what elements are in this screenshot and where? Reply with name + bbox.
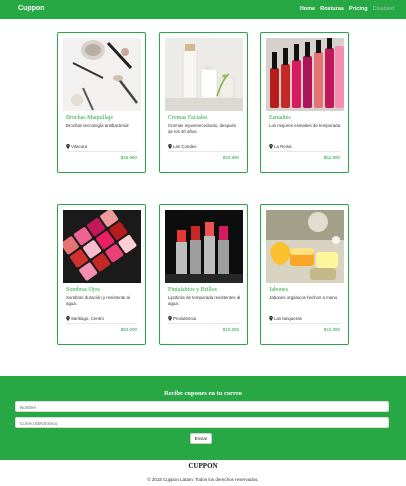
product-title[interactable]: Sombras Ojos [66, 287, 100, 293]
location-text: Las Condes [173, 144, 197, 149]
product-title[interactable]: Brochas Maquillaje [66, 115, 113, 121]
location-text: Vitacura [71, 144, 88, 149]
product-image-brochas [63, 38, 141, 111]
product-card-esmaltes[interactable]: Esmaltes Los mejores esmaltes de tempora… [260, 32, 349, 173]
product-location: La Reina [269, 144, 292, 149]
product-price: $33.990 [222, 155, 239, 160]
card-divider [168, 151, 239, 152]
location-pin-icon [269, 144, 273, 149]
product-title[interactable]: Cremas Faciales [168, 115, 208, 121]
product-card-brochas[interactable]: Brochas Maquillaje Brochas tecnología an… [57, 32, 146, 173]
top-navbar: Cuppon Home Rosturas Pricing Disabled [0, 0, 406, 19]
nav-links: Home Rosturas Pricing Disabled [300, 6, 394, 12]
product-image-esmaltes [266, 38, 344, 111]
name-input[interactable]: Nombre [15, 401, 389, 412]
product-location: Las Condes [168, 144, 196, 149]
product-title[interactable]: Esmaltes [269, 115, 291, 121]
product-price: $62.600 [120, 327, 137, 332]
coupon-title: Recibe cupones en tu correo [164, 390, 242, 397]
product-description: Jabones orgánicos hechos a mano. [269, 295, 339, 300]
product-price: $15.500 [222, 327, 239, 332]
nav-disabled-link: Disabled [372, 6, 394, 12]
product-location: Providencia [168, 316, 196, 321]
product-image-pintalabios [165, 210, 243, 283]
card-divider [269, 151, 340, 152]
product-description: Sombras duración y resistente al agua. [66, 295, 130, 306]
coupon-signup-section: Recibe cupones en tu correo Nombre Corre… [0, 376, 406, 460]
product-price: $42.990 [323, 327, 340, 332]
location-pin-icon [66, 144, 70, 149]
product-image-sombras [63, 210, 141, 283]
footer-brand: CUPPON [188, 462, 218, 470]
location-text: Santiago, Centro [71, 316, 104, 321]
nav-home-link[interactable]: Home [300, 6, 315, 12]
product-location: Santiago, Centro [66, 316, 104, 321]
submit-button[interactable]: Enviar [190, 433, 212, 444]
location-pin-icon [168, 316, 172, 321]
product-card-pintalabios[interactable]: Pintalabios y Brillos Lipsticks de tempo… [159, 204, 248, 345]
card-divider [66, 323, 137, 324]
product-image-cremas [165, 38, 243, 111]
card-divider [66, 151, 137, 152]
location-text: La Reina [274, 144, 292, 149]
product-price: $45.990 [120, 155, 137, 160]
product-description: Brochas tecnología antibacterial [66, 123, 129, 128]
location-pin-icon [168, 144, 172, 149]
footer-copyright: © 2018 Cuppon Latam. Todos los derechos … [147, 477, 259, 482]
location-pin-icon [269, 316, 273, 321]
product-title[interactable]: Jabones [269, 287, 288, 293]
card-divider [269, 323, 340, 324]
product-image-jabones [266, 210, 344, 283]
product-location: Vitacura [66, 144, 87, 149]
location-pin-icon [66, 316, 70, 321]
product-title[interactable]: Pintalabios y Brillos [168, 287, 217, 293]
location-text: Providencia [173, 316, 196, 321]
product-card-cremas[interactable]: Cremas Faciales Cremas rejuvenecedoras, … [159, 32, 248, 173]
location-text: Las tanqueras [274, 316, 302, 321]
product-price: $52.990 [323, 155, 340, 160]
nav-rosturas-link[interactable]: Rosturas [320, 6, 344, 12]
product-card-jabones[interactable]: Jabones Jabones orgánicos hechos a mano.… [260, 204, 349, 345]
product-description: Cremas rejuvenecedoras, después de los 4… [168, 123, 237, 134]
product-description: Lipsticks de temporada resistentes al ag… [168, 295, 241, 306]
brand-logo[interactable]: Cuppon [18, 5, 44, 12]
product-location: Las tanqueras [269, 316, 302, 321]
email-input[interactable]: Correo Electronico [15, 417, 389, 428]
product-description: Los mejores esmaltes de temporada. [269, 123, 342, 128]
product-card-sombras[interactable]: Sombras Ojos Sombras duración y resisten… [57, 204, 146, 345]
nav-pricing-link[interactable]: Pricing [349, 6, 368, 12]
card-divider [168, 323, 239, 324]
